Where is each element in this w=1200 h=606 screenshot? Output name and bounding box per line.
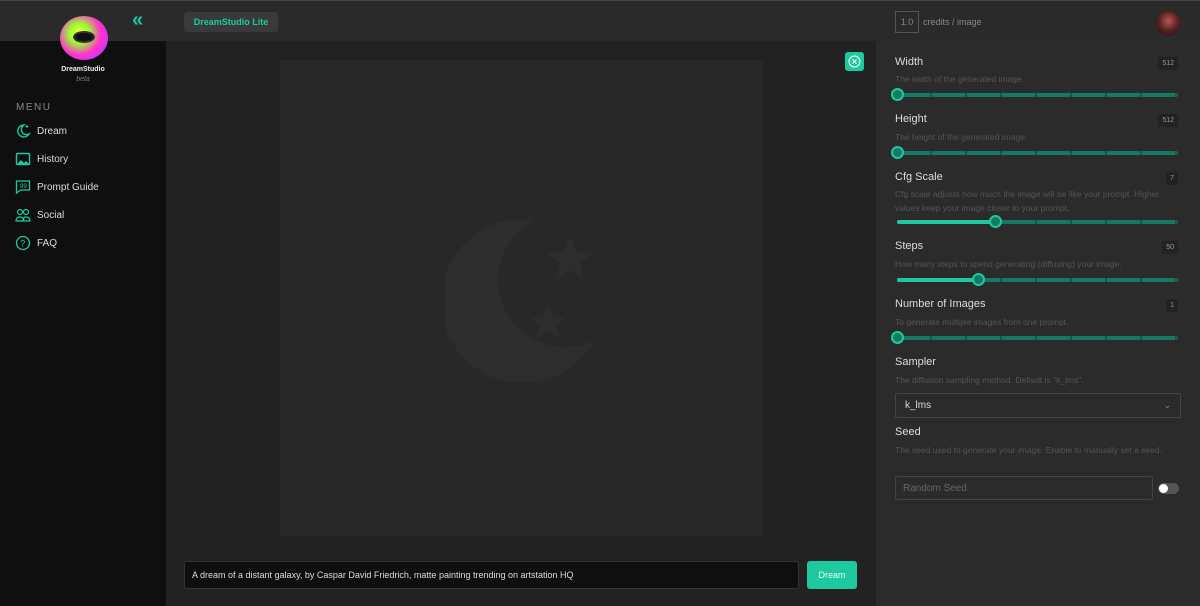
credits-label: credits / image <box>923 17 982 27</box>
users-icon <box>15 208 31 222</box>
height-label: Height <box>895 113 927 125</box>
height-slider[interactable] <box>891 146 1178 159</box>
sidebar-item-label: FAQ <box>37 237 58 249</box>
prompt-input[interactable]: A dream of a distant galaxy, by Caspar D… <box>184 561 799 589</box>
dream-button[interactable]: Dream <box>807 561 857 589</box>
width-slider[interactable] <box>891 88 1178 101</box>
avatar[interactable] <box>1156 11 1181 36</box>
height-value: 512 <box>1158 114 1178 127</box>
steps-label: Steps <box>895 240 924 252</box>
sidebar-item-label: Social <box>37 209 65 221</box>
svg-text:99: 99 <box>20 184 27 190</box>
chevron-down-icon: ⌄ <box>1163 400 1171 410</box>
moon-stars-placeholder-icon <box>445 220 595 384</box>
cfg-value: 7 <box>1166 172 1178 185</box>
width-value: 512 <box>1158 57 1178 70</box>
settings-panel: 1.0 credits / image Width 512 The width … <box>876 0 1200 606</box>
sidebar-item-label: History <box>37 153 69 165</box>
app-badge[interactable]: DreamStudio Lite <box>184 12 278 32</box>
sidebar-item-social[interactable]: Social <box>15 207 64 223</box>
cfg-label: Cfg Scale <box>895 171 943 183</box>
close-button[interactable] <box>845 52 864 71</box>
sidebar-item-prompt-guide[interactable]: 99 Prompt Guide <box>15 179 99 195</box>
close-circle-icon <box>848 55 861 68</box>
image-icon <box>15 152 31 166</box>
seed-toggle[interactable] <box>1158 483 1179 494</box>
slider-thumb[interactable] <box>891 146 904 159</box>
height-desc: The height of the generated image. <box>895 132 1028 142</box>
sidebar-item-faq[interactable]: ? FAQ <box>15 235 57 251</box>
steps-desc: How many steps to spend generating (diff… <box>895 259 1122 269</box>
svg-text:?: ? <box>20 239 25 249</box>
steps-slider[interactable] <box>897 273 1178 286</box>
images-value: 1 <box>1166 299 1178 312</box>
slider-thumb[interactable] <box>989 215 1003 228</box>
sampler-select[interactable]: k_lms ⌄ <box>895 393 1181 418</box>
sampler-value: k_lms <box>905 400 932 411</box>
seed-label: Seed <box>895 426 921 438</box>
images-label: Number of Images <box>895 298 986 310</box>
slider-thumb[interactable] <box>891 88 904 101</box>
cfg-desc: Cfg scale adjusts how much the image wil… <box>895 189 1160 213</box>
images-slider[interactable] <box>891 331 1178 344</box>
menu-heading: MENU <box>16 102 52 113</box>
collapse-sidebar-icon[interactable]: « <box>132 9 143 32</box>
width-label: Width <box>895 56 924 68</box>
moon-stars-icon <box>17 124 31 138</box>
question-circle-icon: ? <box>15 235 31 251</box>
dreamstudio-logo <box>60 16 108 60</box>
steps-value: 50 <box>1162 241 1178 254</box>
brand-name: DreamStudio <box>61 66 105 73</box>
width-desc: The width of the generated image. <box>895 74 1024 84</box>
sampler-label: Sampler <box>895 356 936 368</box>
slider-thumb[interactable] <box>891 331 904 344</box>
sidebar-item-label: Dream <box>37 125 68 137</box>
image-placeholder <box>280 60 763 536</box>
slider-thumb[interactable] <box>972 273 986 286</box>
sampler-desc: The diffusion sampling method. Default i… <box>895 375 1084 385</box>
credits-value: 1.0 <box>895 11 919 33</box>
sidebar-item-label: Prompt Guide <box>37 181 99 193</box>
sidebar-item-dream[interactable]: Dream <box>15 123 67 139</box>
quote-bubble-icon: 99 <box>15 180 31 195</box>
cfg-slider[interactable] <box>897 215 1178 228</box>
sidebar-item-history[interactable]: History <box>15 151 68 167</box>
seed-desc: The seed used to generate your image. En… <box>895 445 1162 455</box>
brand-sub: beta <box>76 76 90 83</box>
seed-input[interactable] <box>895 476 1153 500</box>
images-desc: To generate multiple images from one pro… <box>895 317 1069 327</box>
